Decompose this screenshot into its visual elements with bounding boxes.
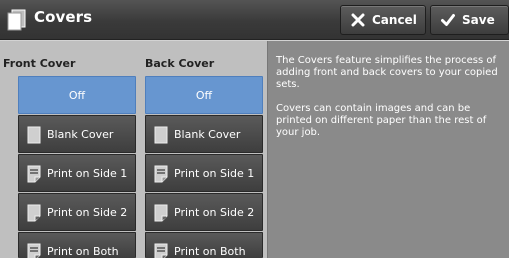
info-paragraph: The Covers feature simplifies the proces… [276,55,498,90]
cancel-button[interactable]: Cancel [340,5,426,35]
front-cover-label: Front Cover [3,57,76,70]
back-cover-side1-button[interactable]: Print on Side 1 [145,154,263,192]
back-cover-blank-button[interactable]: Blank Cover [145,115,263,153]
blank-cover-icon [26,125,42,145]
back-cover-both-button[interactable]: Print on Both [145,232,263,258]
cancel-button-label: Cancel [372,13,417,27]
cover-options-area: Front Cover Back Cover Off Blank Cover P… [0,41,267,258]
print-both-icon [153,242,169,258]
option-label: Print on Side 2 [47,206,128,219]
back-cover-side2-button[interactable]: Print on Side 2 [145,193,263,231]
print-side1-icon [153,164,169,184]
option-label: Off [195,88,213,102]
option-label: Print on Side 1 [174,167,255,180]
print-both-icon [26,242,42,258]
blank-cover-icon [153,125,169,145]
front-cover-off-button[interactable]: Off [18,76,136,114]
covers-icon [7,9,27,31]
checkmark-icon [441,13,455,27]
print-side2-icon [153,203,169,223]
info-paragraph: Covers can contain images and can be pri… [276,103,487,138]
print-side1-icon [26,164,42,184]
option-label: Print on Side 2 [174,206,255,219]
option-label: Blank Cover [174,128,241,141]
save-button-label: Save [462,13,495,27]
option-label: Print on Both [174,245,246,258]
option-label: Blank Cover [47,128,114,141]
page-title: Covers [34,8,93,26]
front-cover-side2-button[interactable]: Print on Side 2 [18,193,136,231]
close-icon [351,13,365,27]
front-cover-side1-button[interactable]: Print on Side 1 [18,154,136,192]
back-cover-label: Back Cover [145,57,215,70]
front-cover-both-button[interactable]: Print on Both [18,232,136,258]
option-label: Print on Side 1 [47,167,128,180]
option-label: Print on Both [47,245,119,258]
back-cover-off-button[interactable]: Off [145,76,263,114]
print-side2-icon [26,203,42,223]
title-bar: Covers Cancel Save [0,0,509,40]
option-label: Off [68,88,86,102]
front-cover-blank-button[interactable]: Blank Cover [18,115,136,153]
info-panel: The Covers feature simplifies the proces… [267,41,509,258]
save-button[interactable]: Save [430,5,509,35]
